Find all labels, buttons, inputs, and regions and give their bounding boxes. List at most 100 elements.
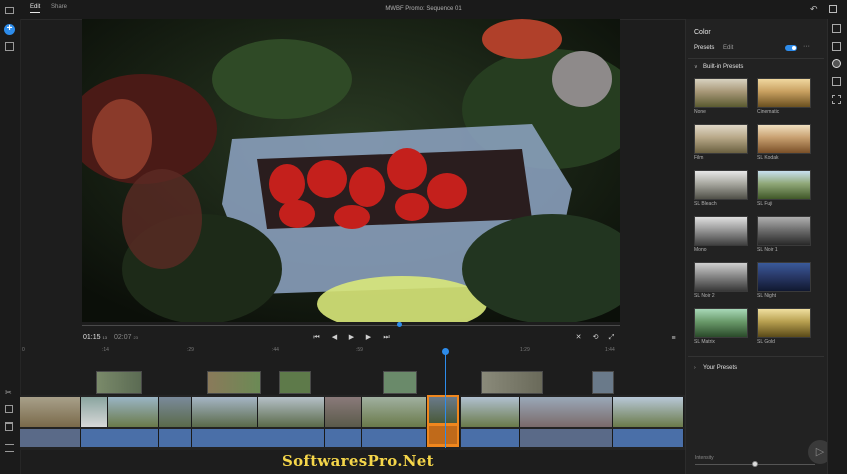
intensity-label: Intensity <box>695 455 714 461</box>
scrub-handle[interactable] <box>397 322 402 327</box>
audio-clip[interactable] <box>461 429 520 447</box>
video-clip[interactable] <box>258 397 325 427</box>
project-panel-icon[interactable] <box>5 42 14 51</box>
video-clip[interactable] <box>192 397 258 427</box>
audio-clip[interactable] <box>159 429 192 447</box>
preset-label: SL Noir 1 <box>757 247 778 253</box>
tab-presets[interactable]: Presets <box>694 45 714 51</box>
program-monitor[interactable] <box>82 19 620 322</box>
preset-label: SL Kodak <box>757 155 779 161</box>
video-clip[interactable] <box>613 397 684 427</box>
video-clip[interactable] <box>461 397 520 427</box>
preset-thumb-sl-matrix[interactable] <box>694 308 748 338</box>
audio-clip[interactable] <box>613 429 684 447</box>
scrub-bar[interactable] <box>82 325 620 326</box>
track-options-icon[interactable] <box>5 444 14 452</box>
transform-icon[interactable] <box>832 95 841 104</box>
preset-thumb-sl-noir-2[interactable] <box>694 262 748 292</box>
playhead-line[interactable] <box>445 350 446 448</box>
audio-clip[interactable] <box>20 429 81 447</box>
playhead-handle[interactable] <box>442 348 449 355</box>
play-icon[interactable]: ▶ <box>347 333 356 342</box>
preset-label: SL Matrix <box>694 339 715 345</box>
watermark: SoftwaresPro.Net <box>282 452 434 470</box>
video-clip[interactable] <box>108 397 159 427</box>
step-forward-icon[interactable]: ▶ <box>364 333 373 342</box>
intensity-slider-handle[interactable] <box>752 461 758 467</box>
fullscreen-icon[interactable]: ⤢ <box>607 333 616 342</box>
ruler-label: :29 <box>187 347 194 353</box>
time-ruler[interactable] <box>20 346 685 358</box>
graphics-icon[interactable] <box>832 77 841 86</box>
video-clip[interactable] <box>159 397 192 427</box>
project-title: MWBF Promo: Sequence 01 <box>385 6 462 12</box>
media-icon[interactable] <box>5 7 14 14</box>
step-back-icon[interactable]: ◀ <box>330 333 339 342</box>
audio-clip[interactable] <box>192 429 325 447</box>
video-clip[interactable] <box>20 397 81 427</box>
color-toggle[interactable] <box>785 45 797 51</box>
audio-clip[interactable] <box>520 429 613 447</box>
chevron-down-icon[interactable]: ∨ <box>694 64 698 70</box>
preview-frame <box>82 19 620 322</box>
add-media-button[interactable]: + <box>4 24 15 35</box>
go-to-end-icon[interactable]: ⏭ <box>382 333 391 342</box>
scissors-icon[interactable]: ✂ <box>5 388 12 397</box>
video-clip[interactable] <box>362 397 427 427</box>
current-timecode: 01:15 13 <box>83 334 107 341</box>
chevron-right-icon[interactable]: › <box>694 365 696 371</box>
share-export-icon[interactable] <box>829 5 837 13</box>
preset-thumb-sl-kodak[interactable] <box>757 124 811 154</box>
preset-thumb-film[interactable] <box>694 124 748 154</box>
loop-icon[interactable]: ⟲ <box>591 333 600 342</box>
preset-label: SL Night <box>757 293 776 299</box>
ruler-label: 0 <box>22 347 25 353</box>
fit-to-frame-icon[interactable]: ✕ <box>574 333 583 342</box>
go-to-start-icon[interactable]: ⏮ <box>312 333 321 342</box>
properties-icon[interactable] <box>832 24 841 33</box>
tab-color-edit[interactable]: Edit <box>723 45 733 51</box>
section-your-presets[interactable]: Your Presets <box>703 365 737 371</box>
divider <box>688 58 824 59</box>
preset-thumb-mono[interactable] <box>694 216 748 246</box>
preset-thumb-sl-night[interactable] <box>757 262 811 292</box>
preset-thumb-none[interactable] <box>694 78 748 108</box>
preset-label: SL Gold <box>757 339 775 345</box>
total-duration: 02:07 23 <box>114 334 138 341</box>
preset-label: Cinematic <box>757 109 780 115</box>
preset-label: SL Fuji <box>757 201 773 207</box>
broll-clip[interactable] <box>207 371 261 394</box>
right-toolbar <box>827 19 847 474</box>
ruler-label: 1:44 <box>605 347 615 353</box>
ruler-label: :44 <box>272 347 279 353</box>
delete-icon[interactable] <box>5 422 13 431</box>
ruler-label: :59 <box>356 347 363 353</box>
broll-clip[interactable] <box>592 371 614 394</box>
broll-clip[interactable] <box>481 371 543 394</box>
preset-thumb-sl-bleach[interactable] <box>694 170 748 200</box>
selected-video-clip[interactable] <box>427 395 460 447</box>
audio-clip[interactable] <box>81 429 159 447</box>
preset-label: Film <box>694 155 704 161</box>
video-clip[interactable] <box>520 397 613 427</box>
duplicate-icon[interactable] <box>5 405 13 413</box>
preset-thumb-sl-gold[interactable] <box>757 308 811 338</box>
broll-clip[interactable] <box>383 371 417 394</box>
broll-clip[interactable] <box>96 371 142 394</box>
broll-clip[interactable] <box>279 371 311 394</box>
audio-clip[interactable] <box>362 429 427 447</box>
audio-panel-icon[interactable] <box>832 42 841 51</box>
more-options-icon[interactable]: ··· <box>803 43 810 50</box>
preset-label: SL Bleach <box>694 201 717 207</box>
section-builtin-presets[interactable]: Built-in Presets <box>703 64 743 70</box>
preset-thumb-cinematic[interactable] <box>757 78 811 108</box>
undo-icon[interactable]: ↶ <box>810 4 818 15</box>
color-panel-icon[interactable] <box>832 59 841 68</box>
preset-thumb-sl-fuji[interactable] <box>757 170 811 200</box>
video-clip[interactable] <box>81 397 108 427</box>
audio-clip[interactable] <box>325 429 362 447</box>
timeline-menu-icon[interactable]: ≡ <box>669 334 678 343</box>
divider <box>688 356 824 357</box>
video-clip[interactable] <box>325 397 362 427</box>
preset-thumb-sl-noir-1[interactable] <box>757 216 811 246</box>
